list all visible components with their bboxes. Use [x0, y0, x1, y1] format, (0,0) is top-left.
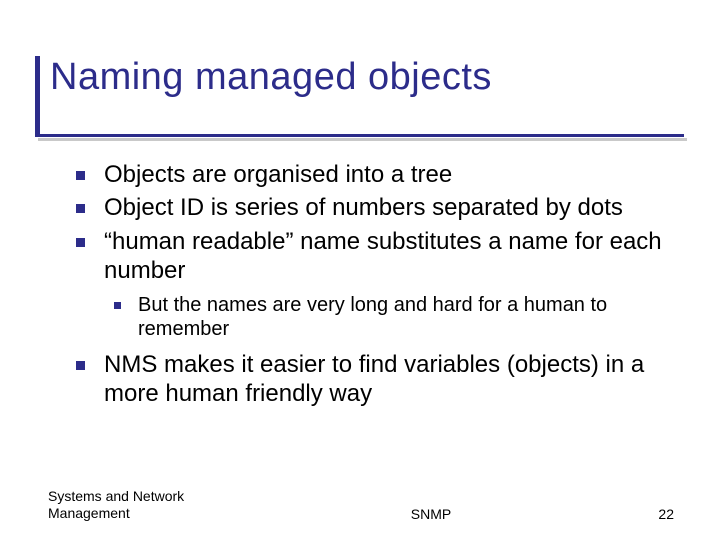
bullet-text: Objects are organised into a tree	[104, 161, 452, 188]
footer-left: Systems and Network Management	[48, 488, 228, 522]
bullet-text: Object ID is series of numbers separated…	[104, 194, 623, 221]
slide-body: Objects are organised into a tree Object…	[70, 160, 684, 412]
bullet-item: NMS makes it easier to find variables (o…	[70, 350, 684, 409]
footer-page-number: 22	[634, 506, 674, 522]
sub-bullet-list: But the names are very long and hard for…	[104, 293, 684, 342]
bullet-list: Objects are organised into a tree Object…	[70, 160, 684, 408]
bullet-text: NMS makes it easier to find variables (o…	[104, 351, 644, 407]
bullet-item: Object ID is series of numbers separated…	[70, 193, 684, 222]
title-underline	[35, 134, 684, 137]
title-accent-bar	[35, 56, 40, 134]
title-block: Naming managed objects	[50, 56, 690, 99]
sub-bullet-text: But the names are very long and hard for…	[138, 294, 607, 340]
title-underline-shadow	[38, 138, 687, 141]
slide-footer: Systems and Network Management SNMP 22	[48, 488, 674, 522]
footer-center: SNMP	[228, 506, 634, 522]
slide: Naming managed objects Objects are organ…	[0, 0, 720, 540]
sub-bullet-item: But the names are very long and hard for…	[108, 293, 684, 342]
bullet-item: “human readable” name substitutes a name…	[70, 227, 684, 342]
bullet-text: “human readable” name substitutes a name…	[104, 228, 662, 284]
slide-title: Naming managed objects	[50, 56, 690, 99]
bullet-item: Objects are organised into a tree	[70, 160, 684, 189]
